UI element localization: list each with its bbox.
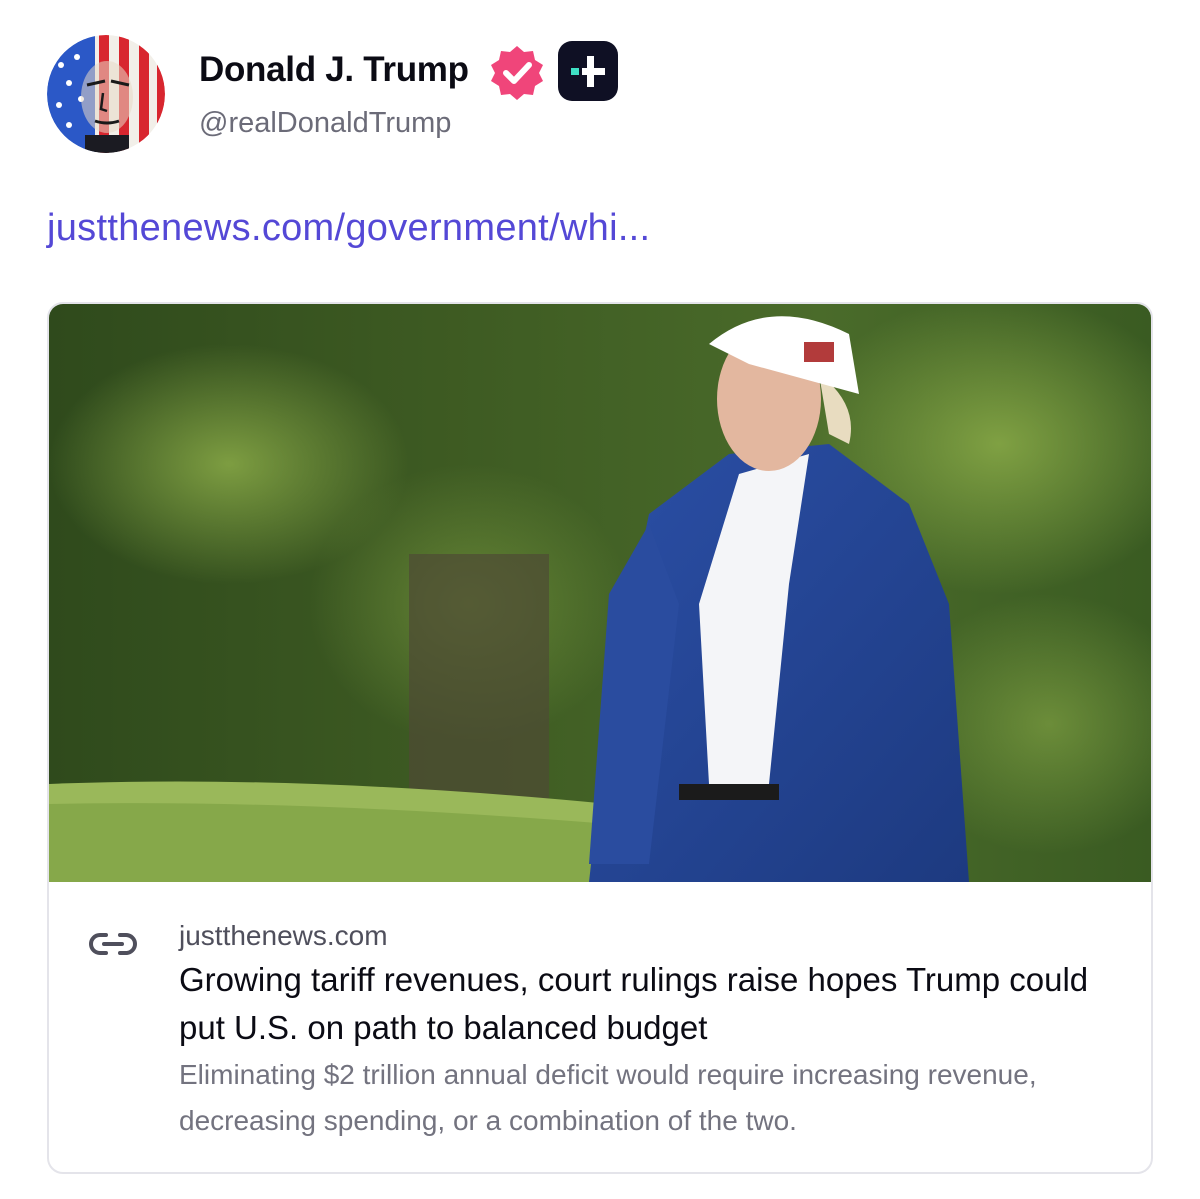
article-image[interactable] — [49, 304, 1151, 882]
link-chain-icon — [89, 933, 137, 955]
link-preview-card[interactable]: justthenews.com Growing tariff revenues,… — [47, 302, 1153, 1174]
plus-badge-icon — [558, 41, 618, 101]
card-description: Eliminating $2 trillion annual deficit w… — [179, 1059, 1037, 1136]
post-link[interactable]: justthenews.com/government/whi... — [47, 205, 650, 251]
avatar[interactable] — [47, 35, 165, 153]
author-name[interactable]: Donald J. Trump — [199, 50, 469, 90]
author-handle[interactable]: @realDonaldTrump — [199, 106, 451, 140]
verified-badge-icon — [491, 46, 543, 100]
card-title[interactable]: Growing tariff revenues, court rulings r… — [179, 956, 1129, 1052]
card-domain: justthenews.com — [179, 920, 388, 951]
